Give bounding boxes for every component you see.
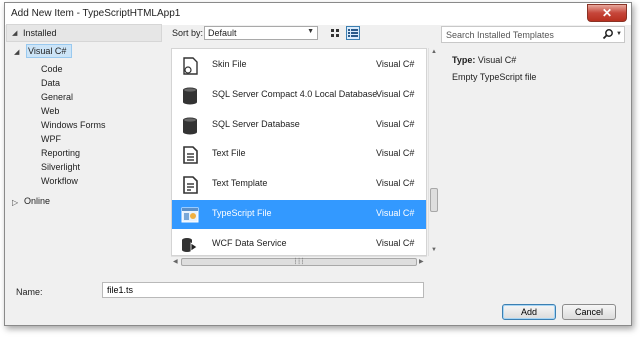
tree-item-web[interactable]: Web [41,106,59,117]
tree-item-reporting[interactable]: Reporting [41,148,80,159]
details-type: Type: Visual C# [452,55,516,65]
typescript-file-icon [181,207,199,223]
search-installed-templates[interactable]: Search Installed Templates ▼ [441,26,625,43]
tree-item-data[interactable]: Data [41,78,60,89]
tree-item-general[interactable]: General [41,92,73,103]
search-icon[interactable] [602,28,614,40]
installed-header[interactable]: ◢ Installed [6,24,162,42]
close-button[interactable]: ✕ [587,4,627,22]
tree-item-silverlight[interactable]: Silverlight [41,162,80,173]
add-button[interactable]: Add [502,304,556,320]
template-language: Visual C# [376,89,415,99]
sort-by-select[interactable]: Default ▼ [204,26,318,40]
text-template-icon [183,176,198,194]
template-name: TypeScript File [212,208,272,218]
template-name: Text File [212,148,246,158]
template-name: WCF Data Service [212,238,287,248]
template-language: Visual C# [376,119,415,129]
details-type-value: Visual C# [477,55,517,65]
scroll-down-icon[interactable]: ▼ [431,247,437,253]
sort-by-label: Sort by: [172,28,204,38]
collapse-triangle-icon: ◢ [12,30,18,37]
scroll-right-icon[interactable]: ▶ [419,258,424,265]
small-icons-view-button[interactable] [346,26,360,40]
database-icon [183,87,197,105]
scroll-up-icon[interactable]: ▲ [431,49,437,55]
text-file-icon [183,146,198,164]
template-language: Visual C# [376,148,415,158]
template-name: Text Template [212,178,268,188]
template-row-text-file[interactable]: Text File Visual C# [172,140,426,169]
category-pane: ◢ Installed ◢ Visual C# Code Data Genera… [6,24,164,271]
template-row-sql-server-database[interactable]: SQL Server Database Visual C# [172,111,426,140]
skin-file-icon [183,57,198,75]
template-row-sql-compact[interactable]: SQL Server Compact 4.0 Local Database Vi… [172,81,426,110]
expand-triangle-icon[interactable]: ◢ [14,48,19,56]
installed-label: Installed [23,28,57,38]
tree-item-windows-forms[interactable]: Windows Forms [41,120,106,131]
medium-icons-view-button[interactable] [328,26,342,40]
window-title: Add New Item - TypeScriptHTMLApp1 [11,8,181,19]
template-list-horizontal-scrollbar[interactable]: ◀ ┆┆┆ ▶ [171,256,427,267]
tree-item-visual-csharp[interactable]: Visual C# [28,46,66,57]
template-row-skin-file[interactable]: Skin File Visual C# [172,51,426,80]
search-dropdown-icon[interactable]: ▼ [616,31,622,37]
template-language: Visual C# [376,238,415,248]
template-row-wcf-data-service[interactable]: WCF Data Service Visual C# [172,230,426,255]
name-label: Name: [16,287,43,297]
horizontal-scroll-thumb[interactable]: ┆┆┆ [181,258,417,266]
title-bar: Add New Item - TypeScriptHTMLApp1 ✕ [5,3,631,25]
template-list-vertical-scrollbar[interactable]: ▲ ▼ [428,48,439,256]
scroll-left-icon[interactable]: ◀ [173,258,178,265]
details-description: Empty TypeScript file [452,72,537,82]
tree-item-code[interactable]: Code [41,64,63,75]
sort-bar: Sort by: Default ▼ [166,24,432,42]
tree-item-wpf[interactable]: WPF [41,134,61,145]
name-field[interactable] [102,282,424,298]
template-name: Skin File [212,59,247,69]
expand-arrow-icon[interactable]: ▷ [12,198,18,207]
cancel-button[interactable]: Cancel [562,304,616,320]
list-view-icon [348,29,358,37]
tree-item-online[interactable]: Online [24,196,50,207]
database-icon [183,117,197,135]
template-language: Visual C# [376,59,415,69]
sort-by-value: Default [208,28,237,38]
details-type-label: Type: [452,55,476,65]
wcf-service-icon [182,238,198,252]
template-language: Visual C# [376,178,415,188]
template-name: SQL Server Database [212,119,300,129]
template-name: SQL Server Compact 4.0 Local Database [212,89,378,99]
vertical-scroll-thumb[interactable] [430,188,438,212]
chevron-down-icon: ▼ [307,28,314,35]
grid-view-icon [331,29,339,37]
template-row-typescript-file[interactable]: TypeScript File Visual C# [172,200,426,229]
template-list[interactable]: Skin File Visual C# SQL Server Compact 4… [171,48,427,256]
tree-item-workflow[interactable]: Workflow [41,176,78,187]
template-language: Visual C# [376,208,415,218]
search-placeholder: Search Installed Templates [446,30,554,40]
template-row-text-template[interactable]: Text Template Visual C# [172,170,426,199]
